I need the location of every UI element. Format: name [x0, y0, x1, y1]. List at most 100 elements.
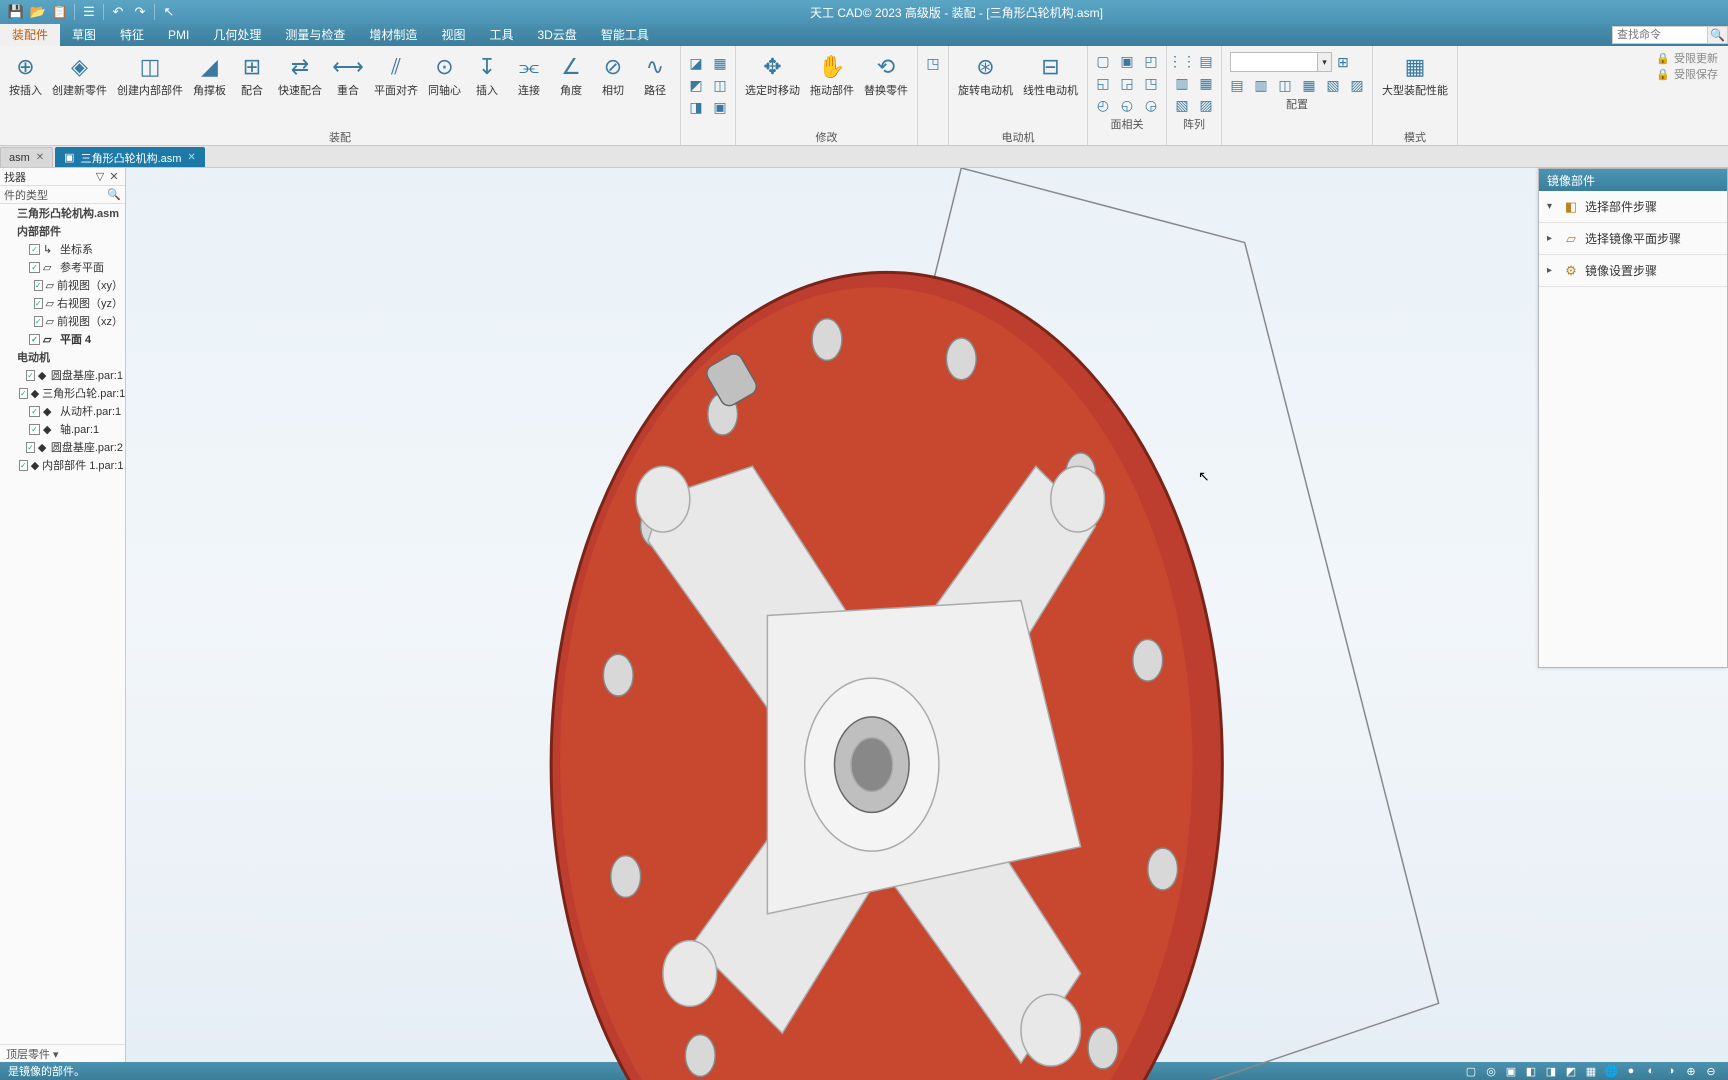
small-tool-icon[interactable]: ▦	[709, 52, 731, 74]
small-tool-icon[interactable]: ◪	[685, 52, 707, 74]
small-tool-icon[interactable]: ▧	[1171, 94, 1193, 116]
menu-视图[interactable]: 视图	[429, 24, 477, 46]
ribbon-按插入[interactable]: ⊕按插入	[4, 48, 47, 101]
search-icon[interactable]: 🔍	[107, 188, 121, 201]
tree-node[interactable]: ✓◆内部部件 1.par:1	[0, 456, 125, 474]
ribbon-角度[interactable]: ∠角度	[550, 48, 592, 101]
tree-filter-icon[interactable]: ▽	[93, 170, 107, 183]
qat-list-icon[interactable]: ☰	[81, 4, 97, 20]
small-tool-icon[interactable]: ◱	[1092, 72, 1114, 94]
tree-node[interactable]: 电动机	[0, 348, 125, 366]
small-tool-icon[interactable]: ▧	[1322, 74, 1344, 96]
config-combo[interactable]: ▾⊞	[1230, 52, 1364, 72]
qat-redo-icon[interactable]: ↷	[132, 4, 148, 20]
tree-close-icon[interactable]: ✕	[107, 170, 121, 183]
menu-草图[interactable]: 草图	[60, 24, 108, 46]
menu-3D云盘[interactable]: 3D云盘	[525, 24, 588, 46]
small-tool-icon[interactable]: ▨	[1346, 74, 1368, 96]
small-tool-icon[interactable]: ◵	[1116, 94, 1138, 116]
small-tool-icon[interactable]: ◲	[1116, 72, 1138, 94]
qat-undo-icon[interactable]: ↶	[110, 4, 126, 20]
tree-bottom-bar[interactable]: 顶层零件 ▾	[0, 1044, 125, 1062]
checkbox-icon[interactable]: ✓	[29, 244, 40, 255]
small-tool-icon[interactable]: ▦	[1195, 72, 1217, 94]
menu-特征[interactable]: 特征	[108, 24, 156, 46]
small-tool-icon[interactable]: ◫	[709, 74, 731, 96]
tree-node[interactable]: ✓◆三角形凸轮.par:1	[0, 384, 125, 402]
ribbon-线性电动机[interactable]: ⊟线性电动机	[1018, 48, 1083, 101]
tree-node[interactable]: ✓◆轴.par:1	[0, 420, 125, 438]
checkbox-icon[interactable]: ✓	[19, 460, 28, 471]
small-tool-icon[interactable]: ▥	[1171, 72, 1193, 94]
small-tool-icon[interactable]: ▨	[1195, 94, 1217, 116]
ribbon-创建内部部件[interactable]: ◫创建内部部件	[112, 48, 188, 101]
small-tool-icon[interactable]: ◳	[922, 52, 944, 74]
checkbox-icon[interactable]: ✓	[26, 370, 35, 381]
ribbon-选定时移动[interactable]: ✥选定时移动	[740, 48, 805, 101]
menu-测量与检查[interactable]: 测量与检查	[273, 24, 357, 46]
tree-node[interactable]: ✓▱参考平面	[0, 258, 125, 276]
qat-open-icon[interactable]: 📂	[30, 4, 46, 20]
checkbox-icon[interactable]: ✓	[34, 298, 43, 309]
ribbon-插入[interactable]: ↧插入	[466, 48, 508, 101]
tree-node[interactable]: ✓↳坐标系	[0, 240, 125, 258]
tree-node[interactable]: ✓▱前视图（xy）	[0, 276, 125, 294]
checkbox-icon[interactable]: ✓	[29, 334, 40, 345]
ribbon-旋转电动机[interactable]: ⊛旋转电动机	[953, 48, 1018, 101]
ribbon-同轴心[interactable]: ⊙同轴心	[423, 48, 466, 101]
mirror-step-row[interactable]: ▾◧选择部件步骤	[1539, 191, 1727, 223]
small-tool-icon[interactable]: ◨	[685, 96, 707, 118]
small-tool-icon[interactable]: ◰	[1140, 50, 1162, 72]
ribbon-平面对齐[interactable]: ⫽平面对齐	[369, 48, 423, 101]
checkbox-icon[interactable]: ✓	[34, 280, 43, 291]
ribbon-快速配合[interactable]: ⇄快速配合	[273, 48, 327, 101]
ribbon-连接[interactable]: ⫘连接	[508, 48, 550, 101]
checkbox-icon[interactable]: ✓	[29, 424, 40, 435]
tree-node[interactable]: 内部部件	[0, 222, 125, 240]
checkbox-icon[interactable]: ✓	[34, 316, 43, 327]
close-icon[interactable]: ✕	[36, 152, 44, 163]
small-tool-icon[interactable]: ◳	[1140, 72, 1162, 94]
tree-node[interactable]: ✓◆从动杆.par:1	[0, 402, 125, 420]
ribbon-相切[interactable]: ⊘相切	[592, 48, 634, 101]
ribbon-重合[interactable]: ⟷重合	[327, 48, 369, 101]
small-tool-icon[interactable]: ⋮⋮	[1171, 50, 1193, 72]
small-tool-icon[interactable]: ⊞	[1332, 51, 1354, 73]
menu-装配件[interactable]: 装配件	[0, 24, 60, 46]
menu-几何处理[interactable]: 几何处理	[201, 24, 273, 46]
tree-node[interactable]: ✓▱平面 4	[0, 330, 125, 348]
ribbon-配合[interactable]: ⊞配合	[231, 48, 273, 101]
small-tool-icon[interactable]: ◩	[685, 74, 707, 96]
tree-node[interactable]: ✓◆圆盘基座.par:2	[0, 438, 125, 456]
doc-tab[interactable]: ▣三角形凸轮机构.asm✕	[55, 147, 205, 167]
checkbox-icon[interactable]: ✓	[19, 388, 28, 399]
small-tool-icon[interactable]: ▣	[709, 96, 731, 118]
ribbon-拖动部件[interactable]: ✋拖动部件	[805, 48, 859, 101]
ribbon-路径[interactable]: ∿路径	[634, 48, 676, 101]
menu-智能工具[interactable]: 智能工具	[589, 24, 661, 46]
tree-node[interactable]: 三角形凸轮机构.asm	[0, 204, 125, 222]
small-tool-icon[interactable]: ▣	[1116, 50, 1138, 72]
menu-增材制造[interactable]: 增材制造	[357, 24, 429, 46]
ribbon-大型装配性能[interactable]: ▦大型装配性能	[1377, 48, 1453, 101]
tree-node[interactable]: ✓▱前视图（xz）	[0, 312, 125, 330]
ribbon-替换零件[interactable]: ⟲替换零件	[859, 48, 913, 101]
checkbox-icon[interactable]: ✓	[26, 442, 35, 453]
command-search-input[interactable]	[1612, 26, 1708, 44]
small-tool-icon[interactable]: ▢	[1092, 50, 1114, 72]
small-tool-icon[interactable]: ▦	[1298, 74, 1320, 96]
ribbon-角撑板[interactable]: ◢角撑板	[188, 48, 231, 101]
tree-node[interactable]: ✓▱右视图（yz）	[0, 294, 125, 312]
small-tool-icon[interactable]: ◴	[1092, 94, 1114, 116]
tree-node[interactable]: ✓◆圆盘基座.par:1	[0, 366, 125, 384]
small-tool-icon[interactable]: ◶	[1140, 94, 1162, 116]
close-icon[interactable]: ✕	[187, 152, 195, 163]
ribbon-创建新零件[interactable]: ◈创建新零件	[47, 48, 112, 101]
menu-PMI[interactable]: PMI	[156, 24, 201, 46]
mirror-step-row[interactable]: ▸⚙镜像设置步骤	[1539, 255, 1727, 287]
search-icon[interactable]: 🔍	[1708, 26, 1728, 44]
viewport-3d[interactable]: ↖ 新迪 镜像部件 ▾◧选择部件步骤▸▱选择镜像平面步骤▸⚙镜像设置步骤	[126, 168, 1728, 1062]
small-tool-icon[interactable]: ▥	[1250, 74, 1272, 96]
doc-tab[interactable]: asm✕	[0, 147, 53, 167]
qat-save-icon[interactable]: 💾	[8, 4, 24, 20]
